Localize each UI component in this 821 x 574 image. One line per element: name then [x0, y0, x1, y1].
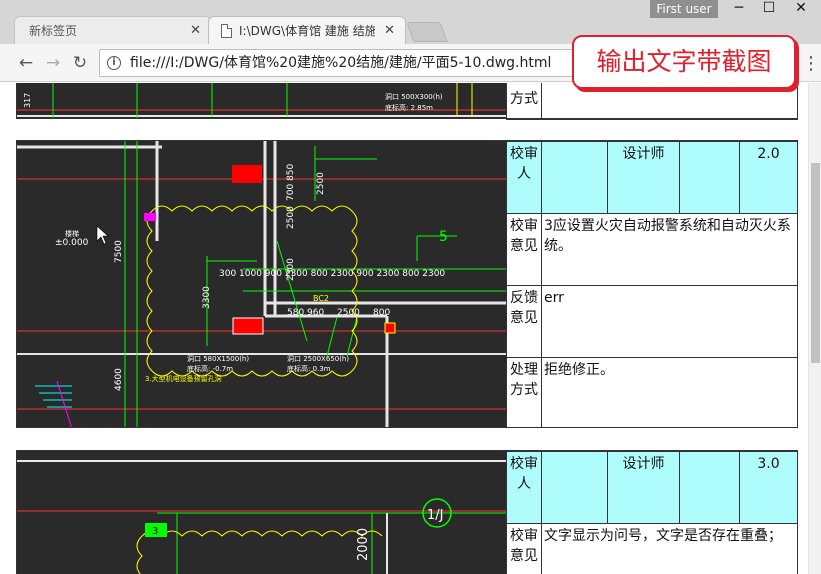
- handling-label: 方式: [506, 83, 542, 120]
- new-tab-button[interactable]: [406, 22, 448, 42]
- back-icon[interactable]: ←: [16, 53, 36, 73]
- cad-dim: 2500: [337, 308, 360, 318]
- cad-dim: 2000: [356, 528, 371, 561]
- tab-title: 新标签页: [29, 24, 78, 38]
- info-icon[interactable]: i: [107, 56, 121, 70]
- url-text[interactable]: file:///I:/DWG/体育馆%20建施%20结施/建施/平面5-10.d…: [130, 50, 551, 76]
- cad-screenshot: 3 2000 1/J: [17, 451, 506, 574]
- cad-elev-text: 底标高: 2.85m: [385, 103, 433, 112]
- review-table: 校审人 设计师 2.0 校审意见 3应设置火灾自动报警系统和自动灭火系统。 反馈…: [506, 141, 798, 428]
- cad-dim: 2500: [316, 172, 326, 195]
- cad-hole-text: 底标高: -0.7m: [187, 364, 233, 373]
- close-window-button[interactable]: ✕: [787, 0, 815, 18]
- cad-label: BC2: [313, 294, 329, 303]
- cad-note: 3.大型机电设备预留孔洞: [145, 374, 222, 383]
- blank-cell: [679, 451, 740, 524]
- cad-elevation: ±0.000: [55, 238, 89, 248]
- cad-dim: 580 960: [287, 308, 324, 318]
- cad-marker: [144, 213, 156, 221]
- cad-dim: 2500: [286, 206, 296, 229]
- cad-drawing: 317 洞口 500X300(h) 底标高: 2.85m: [17, 83, 506, 118]
- close-icon[interactable]: ✕: [384, 17, 395, 44]
- review-table: 校审人 设计师 3.0 校审意见 文字显示为问号，文字是否存在重叠；: [506, 451, 798, 574]
- cad-screenshot: 楼梯 ±0.000 7500 3300 4600 700 850 2500 25…: [17, 141, 506, 427]
- page-icon: [221, 24, 232, 38]
- cad-drawing: 3 2000 1/J: [17, 460, 506, 574]
- maximize-button[interactable]: ☐: [755, 0, 783, 18]
- opinion-text: 3应设置火灾自动报警系统和自动灭火系统。: [541, 213, 798, 286]
- close-icon[interactable]: ✕: [190, 17, 201, 44]
- cad-axis-label: 1/J: [427, 508, 444, 523]
- cad-label: 3: [152, 526, 158, 537]
- version-value: 2.0: [739, 141, 798, 214]
- review-row-2: 楼梯 ±0.000 7500 3300 4600 700 850 2500 25…: [16, 140, 798, 428]
- version-value: 3.0: [739, 451, 798, 524]
- callout-annotation: 输出文字带截图: [572, 35, 796, 89]
- review-row-3: 3 2000 1/J 校审人 设计师 3.0 校审意见 文字显示为问号，文字是否…: [16, 450, 798, 574]
- scrollbar-thumb[interactable]: [811, 163, 820, 363]
- feedback-label: 反馈意见: [506, 285, 542, 358]
- mouse-cursor-icon: [96, 225, 109, 245]
- blank-cell: [541, 451, 608, 524]
- blank-cell: [679, 141, 740, 214]
- cad-dim: 800: [373, 308, 390, 318]
- opinion-text: 文字显示为问号，文字是否存在重叠；: [541, 523, 798, 574]
- profile-badge[interactable]: First user: [650, 0, 718, 18]
- reload-icon[interactable]: ↻: [70, 53, 90, 73]
- page-content: 317 洞口 500X300(h) 底标高: 2.85m 方式 楼梯 ±0.00…: [0, 83, 808, 574]
- reviewer-name: 设计师: [607, 451, 680, 524]
- forward-icon[interactable]: →: [43, 53, 63, 73]
- cad-label: 楼梯: [65, 229, 79, 238]
- cad-dim-text: 317: [23, 93, 32, 108]
- cad-label: 5: [439, 229, 448, 245]
- feedback-text: err: [541, 285, 798, 358]
- tab-title: I:\DWG\体育馆 建施 结施: [239, 24, 375, 38]
- cad-drawing: 楼梯 ±0.000 7500 3300 4600 700 850 2500 25…: [17, 141, 506, 427]
- vertical-scrollbar[interactable]: [808, 83, 821, 574]
- handling-text: 拒绝修正。: [541, 357, 798, 428]
- cad-dim: 700 850: [286, 164, 296, 201]
- reviewer-name: 设计师: [607, 141, 680, 214]
- tab-new-tab[interactable]: 新标签页 ✕: [14, 16, 212, 44]
- minimize-button[interactable]: ─: [725, 0, 753, 18]
- opinion-label: 校审意见: [506, 213, 542, 286]
- cad-dimension-string: 300 1000 900 2300 800 2300 900 2300 800 …: [219, 269, 445, 279]
- cad-dim: 4600: [114, 368, 124, 391]
- cad-hole-text: 洞口 500X300(h): [385, 92, 443, 101]
- reviewer-label: 校审人: [506, 141, 542, 214]
- menu-icon[interactable]: ⋮: [802, 54, 820, 74]
- cad-equipment-block: [232, 165, 262, 183]
- cad-hole-text: 洞口 2500X650(h): [287, 354, 349, 363]
- cad-screenshot: 317 洞口 500X300(h) 底标高: 2.85m: [17, 83, 506, 118]
- cad-hole-text: 洞口 580X1500(h): [187, 354, 249, 363]
- cad-equipment-block: [232, 317, 264, 335]
- handling-label: 处理方式: [506, 357, 542, 428]
- reviewer-label: 校审人: [506, 451, 542, 524]
- tab-dwg-page[interactable]: I:\DWG\体育馆 建施 结施 ✕: [208, 16, 406, 44]
- blank-cell: [541, 141, 608, 214]
- opinion-label: 校审意见: [506, 523, 542, 574]
- cad-dim: 7500: [114, 240, 124, 263]
- cad-dim: 3300: [202, 286, 212, 309]
- cad-hole-text: 底标高: 0.3m: [287, 364, 331, 373]
- cad-equipment-block: [384, 322, 396, 334]
